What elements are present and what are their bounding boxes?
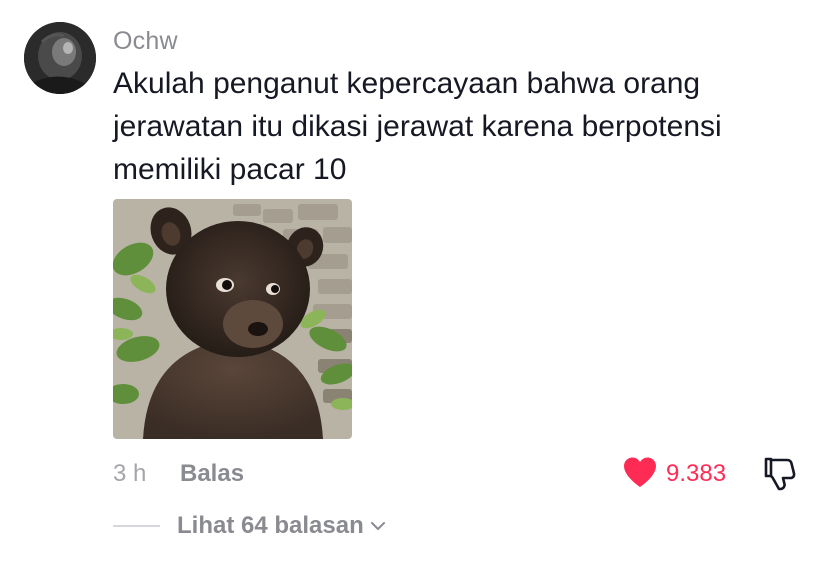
comment-text-line: jerawatan itu dikasi jerawat karena berp…	[113, 110, 722, 143]
username[interactable]: Ochw	[113, 27, 178, 56]
attached-image[interactable]	[113, 199, 352, 439]
view-replies-label: Lihat 64 balasan	[177, 512, 364, 539]
thumbs-down-icon[interactable]	[760, 457, 800, 498]
divider-line	[113, 525, 160, 527]
comment-item: Ochw Akulah penganut kepercayaan bahwa o…	[0, 0, 828, 566]
avatar[interactable]	[24, 22, 96, 94]
chevron-down-icon	[370, 519, 386, 537]
timestamp: 3 h	[113, 460, 147, 487]
dislike-button[interactable]	[760, 454, 800, 494]
view-replies-button[interactable]: Lihat 64 balasan	[113, 508, 386, 544]
comment-text-line: memiliki pacar 10	[113, 153, 347, 186]
like-count: 9.383	[666, 460, 727, 487]
like-button[interactable]: 9.383	[622, 454, 726, 494]
comment-text: Akulah penganut kepercayaan bahwa orang …	[113, 62, 793, 191]
heart-icon[interactable]	[622, 456, 658, 493]
comment-text-line: Akulah penganut kepercayaan bahwa orang	[113, 67, 701, 100]
reply-button[interactable]: Balas	[180, 460, 244, 488]
